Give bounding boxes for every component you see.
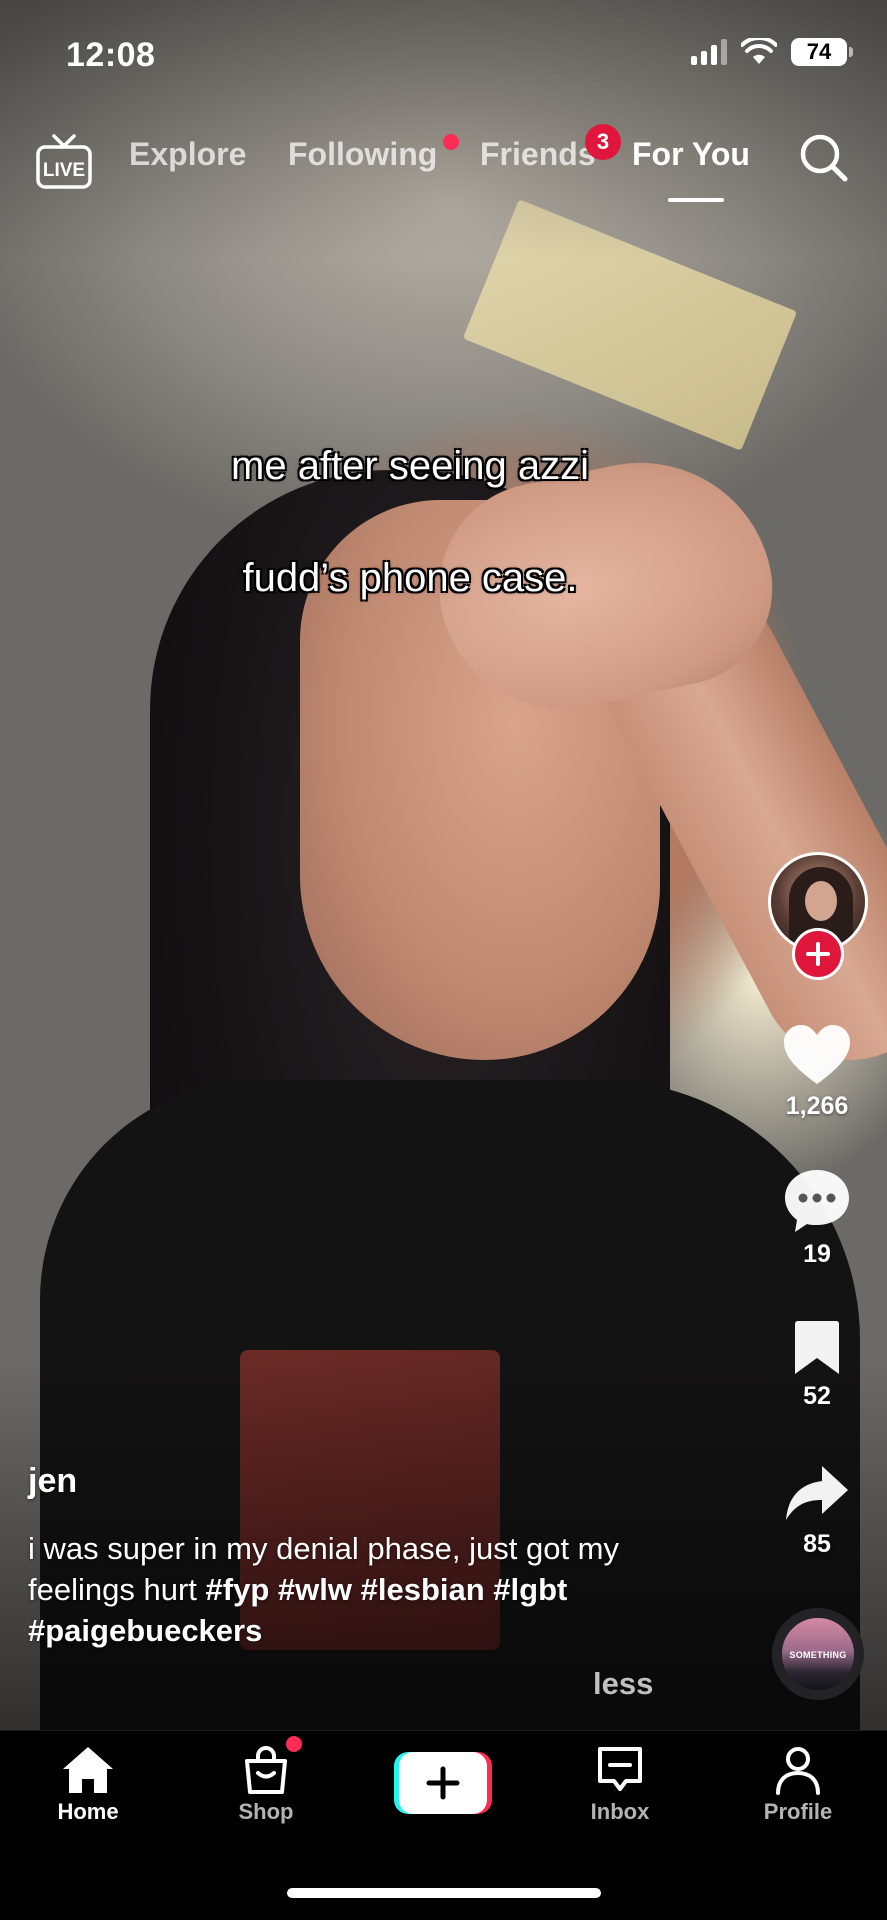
hashtag-lgbt[interactable]: #lgbt — [493, 1572, 567, 1607]
hashtag-lesbian[interactable]: #lesbian — [361, 1572, 485, 1607]
status-time: 12:08 — [66, 36, 156, 74]
shop-notification-dot — [286, 1736, 302, 1752]
comment-button[interactable]: 19 — [767, 1168, 867, 1269]
battery-indicator: 74 — [791, 38, 853, 66]
friends-count-badge: 3 — [585, 124, 621, 160]
tab-for-you[interactable]: For You — [632, 136, 750, 173]
tab-shop-label: Shop — [238, 1799, 294, 1824]
create-video-button[interactable] — [394, 1752, 492, 1814]
comment-icon — [785, 1170, 849, 1232]
heart-icon — [784, 1025, 850, 1084]
home-icon — [63, 1747, 113, 1793]
shop-bag-icon — [245, 1746, 287, 1794]
video-text-line-2: fudd’s phone case. — [242, 556, 578, 600]
hashtag-fyp[interactable]: #fyp — [206, 1572, 270, 1607]
tab-explore[interactable]: Explore — [129, 136, 246, 173]
tab-inbox[interactable]: Inbox — [550, 1745, 690, 1825]
following-notification-dot — [443, 134, 459, 150]
wifi-icon — [741, 38, 777, 64]
search-icon — [800, 134, 848, 182]
video-player[interactable] — [0, 0, 887, 1780]
follow-button[interactable] — [792, 928, 844, 980]
hashtag-paigebueckers[interactable]: #paigebueckers — [28, 1613, 262, 1648]
bookmark-count: 52 — [803, 1382, 831, 1410]
tab-home[interactable]: Home — [18, 1745, 158, 1825]
tab-following[interactable]: Following — [288, 136, 437, 173]
bookmark-icon — [795, 1321, 839, 1374]
hashtag-wlw[interactable]: #wlw — [278, 1572, 352, 1607]
create-plus-icon — [426, 1766, 460, 1800]
search-button[interactable] — [796, 130, 852, 186]
bookmark-button[interactable]: 52 — [767, 1320, 867, 1411]
inbox-icon — [598, 1747, 642, 1791]
tiktok-for-you-screen: 12:08 74 LIVE Explore Following Friends … — [0, 0, 887, 1920]
status-indicators: 74 — [691, 38, 853, 66]
home-indicator[interactable] — [287, 1888, 601, 1898]
post-description: i was super in my denial phase, just got… — [28, 1528, 668, 1651]
tab-shop[interactable]: Shop — [196, 1745, 336, 1825]
like-button[interactable]: 1,266 — [767, 1024, 867, 1121]
tab-profile[interactable]: Profile — [728, 1745, 868, 1825]
tab-inbox-label: Inbox — [590, 1799, 650, 1824]
tab-friends[interactable]: Friends — [480, 136, 596, 173]
plus-icon — [806, 942, 830, 966]
top-nav: LIVE Explore Following Friends 3 For You — [0, 120, 887, 210]
cellular-signal-icon — [691, 39, 727, 65]
video-text-line-1: me after seeing azzi — [231, 444, 589, 488]
share-count: 85 — [803, 1530, 831, 1558]
live-icon: LIVE — [36, 134, 92, 189]
live-button[interactable]: LIVE — [34, 130, 94, 194]
profile-icon — [776, 1747, 820, 1795]
music-disc[interactable]: SOMETHING — [772, 1608, 864, 1700]
comment-count: 19 — [803, 1240, 831, 1268]
creator-username[interactable]: jen — [28, 1462, 77, 1501]
video-text-overlay: me after seeing azzi fudd’s phone case. — [130, 382, 690, 606]
like-count: 1,266 — [785, 1092, 849, 1120]
svg-text:LIVE: LIVE — [43, 160, 85, 181]
tab-home-label: Home — [57, 1799, 119, 1824]
active-tab-indicator — [668, 198, 724, 202]
music-disc-label: SOMETHING — [789, 1650, 847, 1660]
share-icon — [786, 1466, 848, 1520]
collapse-description-link[interactable]: less — [593, 1666, 653, 1702]
tab-profile-label: Profile — [763, 1799, 833, 1824]
share-button[interactable]: 85 — [767, 1464, 867, 1559]
